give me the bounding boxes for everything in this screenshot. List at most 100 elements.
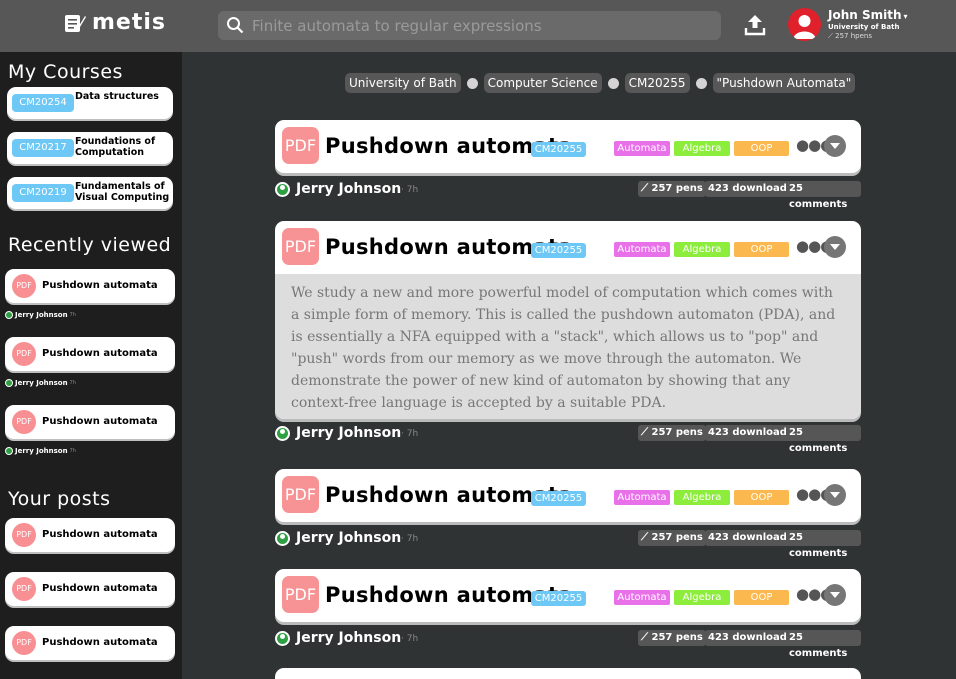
course-code-badge[interactable]: CM20255 bbox=[531, 243, 586, 258]
tag-oop[interactable]: OOP bbox=[734, 141, 789, 156]
author-name[interactable]: Jerry Johnson bbox=[296, 181, 401, 197]
comments-badge[interactable]: 25 comments bbox=[786, 425, 861, 454]
author-name: Jerry Johnson bbox=[15, 379, 68, 387]
my-post-item[interactable]: PDF Pushdown automata bbox=[5, 572, 175, 606]
expand-chevron-icon[interactable] bbox=[824, 584, 846, 606]
pdf-icon: PDF bbox=[12, 410, 36, 434]
tag-automata[interactable]: Automata bbox=[614, 590, 670, 605]
pens-count: 257 pens bbox=[651, 427, 703, 438]
author-name[interactable]: Jerry Johnson bbox=[296, 530, 401, 546]
course-item[interactable]: CM20217 Foundations of Computation bbox=[7, 132, 173, 164]
post-card-partial[interactable] bbox=[275, 668, 861, 679]
course-code-badge[interactable]: CM20255 bbox=[531, 591, 586, 606]
post-header: PDF Pushdown automata CM20255 Automata A… bbox=[275, 221, 861, 274]
author-name[interactable]: Jerry Johnson bbox=[296, 630, 401, 646]
author-name: Jerry Johnson bbox=[15, 447, 68, 455]
user-icon bbox=[275, 182, 290, 197]
recent-item-author[interactable]: Jerry Johnson 7h bbox=[5, 311, 76, 319]
pdf-icon: PDF bbox=[12, 577, 36, 601]
course-name: Foundations of Computation bbox=[75, 136, 156, 158]
downloads-badge: 423 downloads bbox=[705, 425, 796, 441]
pens-badge: ⟋ 257 pens bbox=[638, 425, 706, 441]
user-icon bbox=[5, 447, 13, 455]
user-icon bbox=[275, 531, 290, 546]
expand-chevron-icon[interactable] bbox=[824, 236, 846, 258]
pdf-icon: PDF bbox=[282, 127, 319, 164]
post-time: 7h bbox=[69, 448, 76, 454]
my-post-title: Pushdown automata bbox=[42, 529, 158, 540]
my-post-item[interactable]: PDF Pushdown automata bbox=[5, 518, 175, 552]
comments-badge[interactable]: 25 comments bbox=[786, 530, 861, 559]
pdf-icon: PDF bbox=[12, 342, 36, 366]
tag-algebra[interactable]: Algebra bbox=[674, 242, 730, 257]
user-avatar-icon bbox=[793, 15, 816, 39]
post-card[interactable]: PDF Pushdown automata CM20255 Automata A… bbox=[275, 569, 861, 622]
tag-algebra[interactable]: Algebra bbox=[674, 490, 730, 505]
course-code-badge: CM20254 bbox=[12, 94, 74, 112]
author-name: Jerry Johnson bbox=[15, 311, 68, 319]
recent-item[interactable]: PDF Pushdown automata bbox=[5, 405, 175, 439]
pens-count: 257 pens bbox=[651, 532, 703, 543]
breadcrumb-separator bbox=[695, 77, 707, 89]
search-input[interactable] bbox=[252, 13, 712, 38]
upload-icon[interactable] bbox=[744, 13, 766, 37]
user-icon bbox=[275, 631, 290, 646]
comments-badge[interactable]: 25 comments bbox=[786, 181, 861, 210]
pdf-icon: PDF bbox=[12, 274, 36, 298]
post-card[interactable]: PDF Pushdown automata CM20255 Automata A… bbox=[275, 469, 861, 522]
tag-oop[interactable]: OOP bbox=[734, 590, 789, 605]
pdf-icon: PDF bbox=[12, 631, 36, 655]
post-card[interactable]: PDF Pushdown automata CM20255 Automata A… bbox=[275, 120, 861, 173]
author-name[interactable]: Jerry Johnson bbox=[296, 425, 401, 441]
my-post-item[interactable]: PDF Pushdown automata bbox=[5, 626, 175, 660]
tag-algebra[interactable]: Algebra bbox=[674, 590, 730, 605]
breadcrumb-item[interactable]: CM20255 bbox=[624, 73, 690, 93]
my-post-title: Pushdown automata bbox=[42, 637, 158, 648]
post-time: · 7h bbox=[401, 534, 419, 544]
top-bar: metis John Smith▾ University of Bath ⟋ 2… bbox=[0, 0, 956, 52]
tag-automata[interactable]: Automata bbox=[614, 490, 670, 505]
comments-badge[interactable]: 25 comments bbox=[786, 630, 861, 659]
post-meta: Jerry Johnson · 7h ⟋ 257 pens 423 downlo… bbox=[275, 425, 861, 454]
recent-item[interactable]: PDF Pushdown automata bbox=[5, 269, 175, 303]
user-avatar[interactable] bbox=[788, 8, 821, 41]
breadcrumb-separator bbox=[607, 77, 619, 89]
course-item[interactable]: CM20219 Fundamentals of Visual Computing bbox=[7, 177, 173, 209]
recent-item-author[interactable]: Jerry Johnson 7h bbox=[5, 379, 76, 387]
expand-chevron-icon[interactable] bbox=[824, 135, 846, 157]
breadcrumb-item[interactable]: Computer Science bbox=[483, 73, 602, 93]
post-header: PDF Pushdown automata CM20255 Automata A… bbox=[275, 569, 861, 622]
chevron-down-icon: ▾ bbox=[903, 12, 908, 21]
tag-oop[interactable]: OOP bbox=[734, 490, 789, 505]
post-meta: Jerry Johnson · 7h ⟋ 257 pens 423 downlo… bbox=[275, 530, 861, 559]
user-pens: ⟋ 257 hpens bbox=[828, 32, 872, 40]
recent-item-author[interactable]: Jerry Johnson 7h bbox=[5, 447, 76, 455]
recent-item[interactable]: PDF Pushdown automata bbox=[5, 337, 175, 371]
tag-algebra[interactable]: Algebra bbox=[674, 141, 730, 156]
post-meta: Jerry Johnson · 7h ⟋ 257 pens 423 downlo… bbox=[275, 630, 861, 659]
search-bar[interactable] bbox=[218, 11, 721, 40]
expand-chevron-icon[interactable] bbox=[824, 484, 846, 506]
pdf-icon: PDF bbox=[282, 228, 319, 265]
recent-item-title: Pushdown automata bbox=[42, 416, 158, 427]
course-code-badge: CM20219 bbox=[12, 184, 74, 202]
course-item[interactable]: CM20254 Data structures bbox=[7, 87, 173, 119]
app-logo[interactable]: metis bbox=[64, 10, 166, 35]
pens-count: 257 pens bbox=[651, 183, 703, 194]
post-card-expanded[interactable]: PDF Pushdown automata CM20255 Automata A… bbox=[275, 221, 861, 419]
app-name: metis bbox=[92, 10, 166, 35]
downloads-badge: 423 downloads bbox=[705, 530, 796, 546]
user-university: University of Bath bbox=[828, 23, 900, 31]
user-menu[interactable]: John Smith ▾ bbox=[828, 8, 908, 22]
recent-item-title: Pushdown automata bbox=[42, 348, 158, 359]
breadcrumb-item[interactable]: "Pushdown Automata" bbox=[712, 73, 856, 93]
tag-automata[interactable]: Automata bbox=[614, 242, 670, 257]
tag-oop[interactable]: OOP bbox=[734, 242, 789, 257]
my-post-title: Pushdown automata bbox=[42, 583, 158, 594]
course-code-badge[interactable]: CM20255 bbox=[531, 142, 586, 157]
sidebar: My Courses CM20254 Data structures CM202… bbox=[0, 52, 182, 679]
course-code-badge[interactable]: CM20255 bbox=[531, 491, 586, 506]
tag-automata[interactable]: Automata bbox=[614, 141, 670, 156]
course-name: Fundamentals of Visual Computing bbox=[75, 181, 170, 203]
breadcrumb-item[interactable]: University of Bath bbox=[345, 73, 461, 93]
